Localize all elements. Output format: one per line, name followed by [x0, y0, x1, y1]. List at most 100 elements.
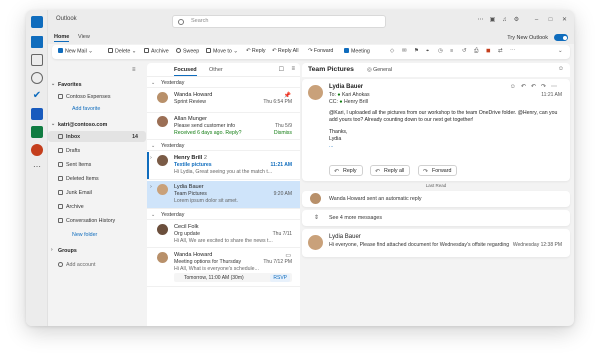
new-folder-link[interactable]: New folder [48, 229, 146, 240]
undo-icon[interactable]: ↺ [462, 48, 466, 54]
group-header-yesterday[interactable]: ⌄ Yesterday [147, 141, 300, 151]
new-mail-button[interactable]: New Mail ⌄ [58, 48, 93, 55]
app-title: Outlook [56, 16, 77, 22]
list-item[interactable]: Cecil Folk Org update Hi All, We are exc… [147, 221, 300, 248]
email-action-icons[interactable]: ☺↶↶↷⋯ [510, 83, 562, 90]
envelope-icon[interactable]: ✉ [402, 48, 406, 54]
print-icon[interactable]: ⎙ [474, 48, 478, 55]
delete-button[interactable]: Delete ⌄ [108, 48, 136, 55]
message-subject: Org update [174, 231, 200, 237]
folder-junk[interactable]: Junk Email [48, 187, 146, 198]
group-header-yesterday[interactable]: ⌄ Yesterday [147, 210, 300, 220]
chevron-right-icon[interactable]: › [150, 155, 152, 161]
sweep-icon [176, 48, 181, 53]
list-item-selected[interactable]: › Lydia Bauer Team Pictures Lorem ipsum … [147, 181, 300, 209]
close-icon[interactable]: ✕ [561, 17, 568, 24]
move-to-button[interactable]: Move to ⌄ [206, 48, 238, 55]
list-item[interactable]: Wanda Howard ▭ Meeting options for Thurs… [147, 249, 300, 287]
rsvp-button[interactable]: RSVP [270, 274, 290, 282]
snooze-icon[interactable]: ◷ [438, 48, 443, 54]
auto-reply-row[interactable]: Wanda Howard sent an automatic reply [302, 191, 570, 207]
meeting-invite-bar[interactable]: Tomorrow, 11:00 AM (30m) RSVP [174, 273, 292, 282]
tab-other[interactable]: Other [209, 67, 223, 73]
reply-button[interactable]: ↶ Reply [329, 165, 363, 176]
more-options-icon[interactable]: ☺ [558, 66, 564, 72]
search-input[interactable]: Search [172, 15, 386, 28]
conversation-title: Team Pictures [308, 66, 354, 73]
channel-label[interactable]: ◎ General [367, 67, 392, 73]
message-subject: Please send customer info [174, 123, 236, 129]
forward-button[interactable]: ↷ Forward [418, 165, 458, 176]
translate-icon[interactable]: ⇄ [498, 48, 502, 54]
tab-view[interactable]: View [78, 34, 90, 40]
reply-all-button[interactable]: ↶ Reply All [272, 48, 299, 54]
more-options-icon[interactable]: ⋯ [477, 17, 484, 24]
folder-icon [58, 218, 63, 223]
add-account-button[interactable]: Add account [48, 259, 146, 270]
tab-focused[interactable]: Focused [174, 67, 197, 76]
word-icon[interactable] [31, 108, 43, 120]
list-item[interactable]: › Henry Brill 2 Textile pictures Hi Lydi… [147, 152, 300, 180]
folder-inbox[interactable]: Inbox 14 [48, 131, 146, 142]
message-sender: Henry Brill 2 [174, 155, 207, 161]
email-card-collapsed[interactable]: Lydia Bauer Hi everyone, Please find att… [302, 229, 570, 257]
account-header[interactable]: ⌄ katri@contoso.com [48, 119, 146, 130]
powerpoint-icon[interactable] [31, 144, 43, 156]
folder-conversation-history[interactable]: Conversation History [48, 215, 146, 226]
favorites-header[interactable]: ⌄ Favorites [48, 79, 146, 90]
folder-icon [58, 94, 63, 99]
mail-icon[interactable] [31, 36, 43, 48]
feedback-icon[interactable]: ▣ [489, 17, 496, 24]
groups-header[interactable]: › Groups [48, 245, 146, 256]
flag-icon[interactable]: ⚑ [414, 48, 419, 54]
sweep-button[interactable]: Sweep [176, 48, 199, 55]
dismiss-button[interactable]: Dismiss [274, 130, 292, 136]
see-more-messages-row[interactable]: ⇕ See 4 more messages [302, 210, 570, 226]
folder-contoso-expenses[interactable]: Contoso Expenses [48, 91, 146, 102]
reply-icon: ↶ [334, 168, 340, 175]
message-subject: Textile pictures [174, 162, 212, 168]
minimize-icon[interactable]: – [533, 17, 540, 24]
group-header-yesterday[interactable]: ⌄ Yesterday [147, 78, 300, 88]
add-favorite-link[interactable]: Add favorite [48, 103, 146, 114]
calendar-icon[interactable] [31, 54, 43, 66]
maximize-icon[interactable]: □ [547, 17, 554, 24]
ribbon-more-icon[interactable]: ⋯ [510, 48, 515, 54]
pin-icon[interactable]: 📌 [284, 92, 291, 99]
filter-icon[interactable]: ≡ [291, 66, 295, 72]
folder-deleted[interactable]: Deleted Items [48, 173, 146, 184]
people-icon[interactable] [31, 72, 43, 84]
folder-pane: ≡ ⌄ Favorites Contoso Expenses Add favori… [48, 63, 151, 326]
list-item[interactable]: Wanda Howard Sprint Review 📌 Thu 6:54 PM [147, 89, 300, 113]
excel-icon[interactable] [31, 126, 43, 138]
forward-button[interactable]: ↷ Forward [308, 48, 333, 54]
tab-home[interactable]: Home [54, 34, 70, 42]
office-icon[interactable]: ◼ [486, 48, 490, 54]
avatar [157, 224, 168, 235]
reply-button[interactable]: ↶ Reply [246, 48, 265, 54]
meeting-button[interactable]: Meeting [344, 48, 370, 55]
bell-icon[interactable]: ♫ [501, 17, 508, 24]
hamburger-menu-icon[interactable]: ≡ [132, 67, 136, 73]
ribbon-collapse-icon[interactable]: ⌄ [558, 48, 562, 54]
todo-check-icon[interactable]: ✔ [31, 90, 43, 102]
rules-icon[interactable]: ≡ [450, 48, 453, 54]
pin-icon[interactable]: ⌖ [426, 48, 429, 55]
folder-drafts[interactable]: Drafts [48, 145, 146, 156]
app-rail: ✔ ⋯ [26, 10, 48, 326]
settings-gear-icon[interactable]: ⚙ [513, 17, 520, 24]
reply-all-button[interactable]: ↶ Reply all [370, 165, 411, 176]
folder-sent[interactable]: Sent Items [48, 159, 146, 170]
tag-icon[interactable]: ◇ [390, 48, 394, 54]
reply-all-icon: ↶ [375, 168, 381, 175]
select-mode-icon[interactable]: ☐ [279, 66, 284, 73]
chevron-right-icon[interactable]: › [150, 184, 152, 190]
try-new-outlook-toggle[interactable] [554, 34, 568, 41]
show-more-button[interactable]: ... [329, 143, 561, 150]
archive-button[interactable]: Archive [144, 48, 169, 55]
add-person-icon [58, 262, 63, 267]
more-apps-icon[interactable]: ⋯ [31, 162, 43, 174]
folder-archive[interactable]: Archive [48, 201, 146, 212]
forward-icon: ↷ [423, 168, 429, 175]
list-item[interactable]: Allan Munger Please send customer info R… [147, 113, 300, 140]
